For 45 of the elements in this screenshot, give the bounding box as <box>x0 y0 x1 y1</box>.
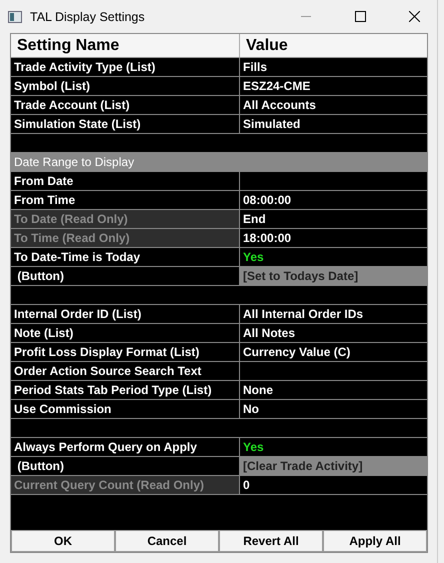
setting-value[interactable]: None <box>239 381 427 399</box>
setting-value[interactable]: All Accounts <box>239 96 427 114</box>
setting-value[interactable]: All Internal Order IDs <box>239 305 427 323</box>
setting-name: Period Stats Tab Period Type (List) <box>13 382 213 399</box>
setting-name: To Date-Time is Today <box>13 249 142 266</box>
setting-name: Always Perform Query on Apply <box>13 439 198 456</box>
setting-name: Profit Loss Display Format (List) <box>13 344 200 361</box>
setting-name: From Date <box>13 173 74 190</box>
setting-name: Use Commission <box>13 401 112 418</box>
setting-value[interactable]: 0 <box>239 476 427 494</box>
setting-name: Current Query Count (Read Only) <box>11 476 239 494</box>
setting-value[interactable]: Yes <box>239 248 427 266</box>
setting-value[interactable]: 18:00:00 <box>239 229 427 247</box>
setting-name: (Button) <box>16 268 65 285</box>
setting-name: (Button) <box>16 458 65 475</box>
setting-value[interactable]: End <box>239 210 427 228</box>
column-header: Value <box>239 34 427 57</box>
setting-value[interactable]: ESZ24-CME <box>239 77 427 95</box>
setting-value[interactable]: All Notes <box>239 324 427 342</box>
setting-name: Internal Order ID (List) <box>13 306 142 323</box>
setting-name: Symbol (List) <box>13 78 92 95</box>
action-button[interactable]: [Set to Todays Date] <box>239 267 427 285</box>
dialog-button[interactable]: OK <box>11 530 115 552</box>
setting-value[interactable]: No <box>239 400 427 418</box>
setting-name: Note (List) <box>13 325 74 342</box>
setting-value[interactable]: Fills <box>239 58 427 76</box>
setting-name: Simulation State (List) <box>13 116 142 133</box>
setting-value[interactable]: Yes <box>239 438 427 456</box>
column-header: Setting Name <box>16 36 120 56</box>
setting-value[interactable]: Simulated <box>239 115 427 133</box>
setting-value[interactable]: 08:00:00 <box>239 191 427 209</box>
section-header: Date Range to Display <box>11 153 427 172</box>
dialog-button[interactable]: Cancel <box>115 530 219 552</box>
setting-name: From Time <box>13 192 76 209</box>
dialog-button[interactable]: Revert All <box>219 530 323 552</box>
setting-value[interactable]: Currency Value (C) <box>239 343 427 361</box>
setting-name: Trade Account (List) <box>13 97 131 114</box>
app-icon <box>8 10 22 22</box>
dialog-button[interactable]: Apply All <box>323 530 427 552</box>
window-title: TAL Display Settings <box>30 10 146 24</box>
setting-name: To Date (Read Only) <box>11 210 239 228</box>
setting-name: Trade Activity Type (List) <box>13 59 156 76</box>
action-button[interactable]: [Clear Trade Activity] <box>239 457 427 475</box>
setting-name: Order Action Source Search Text <box>13 363 202 380</box>
setting-name: To Time (Read Only) <box>11 229 239 247</box>
